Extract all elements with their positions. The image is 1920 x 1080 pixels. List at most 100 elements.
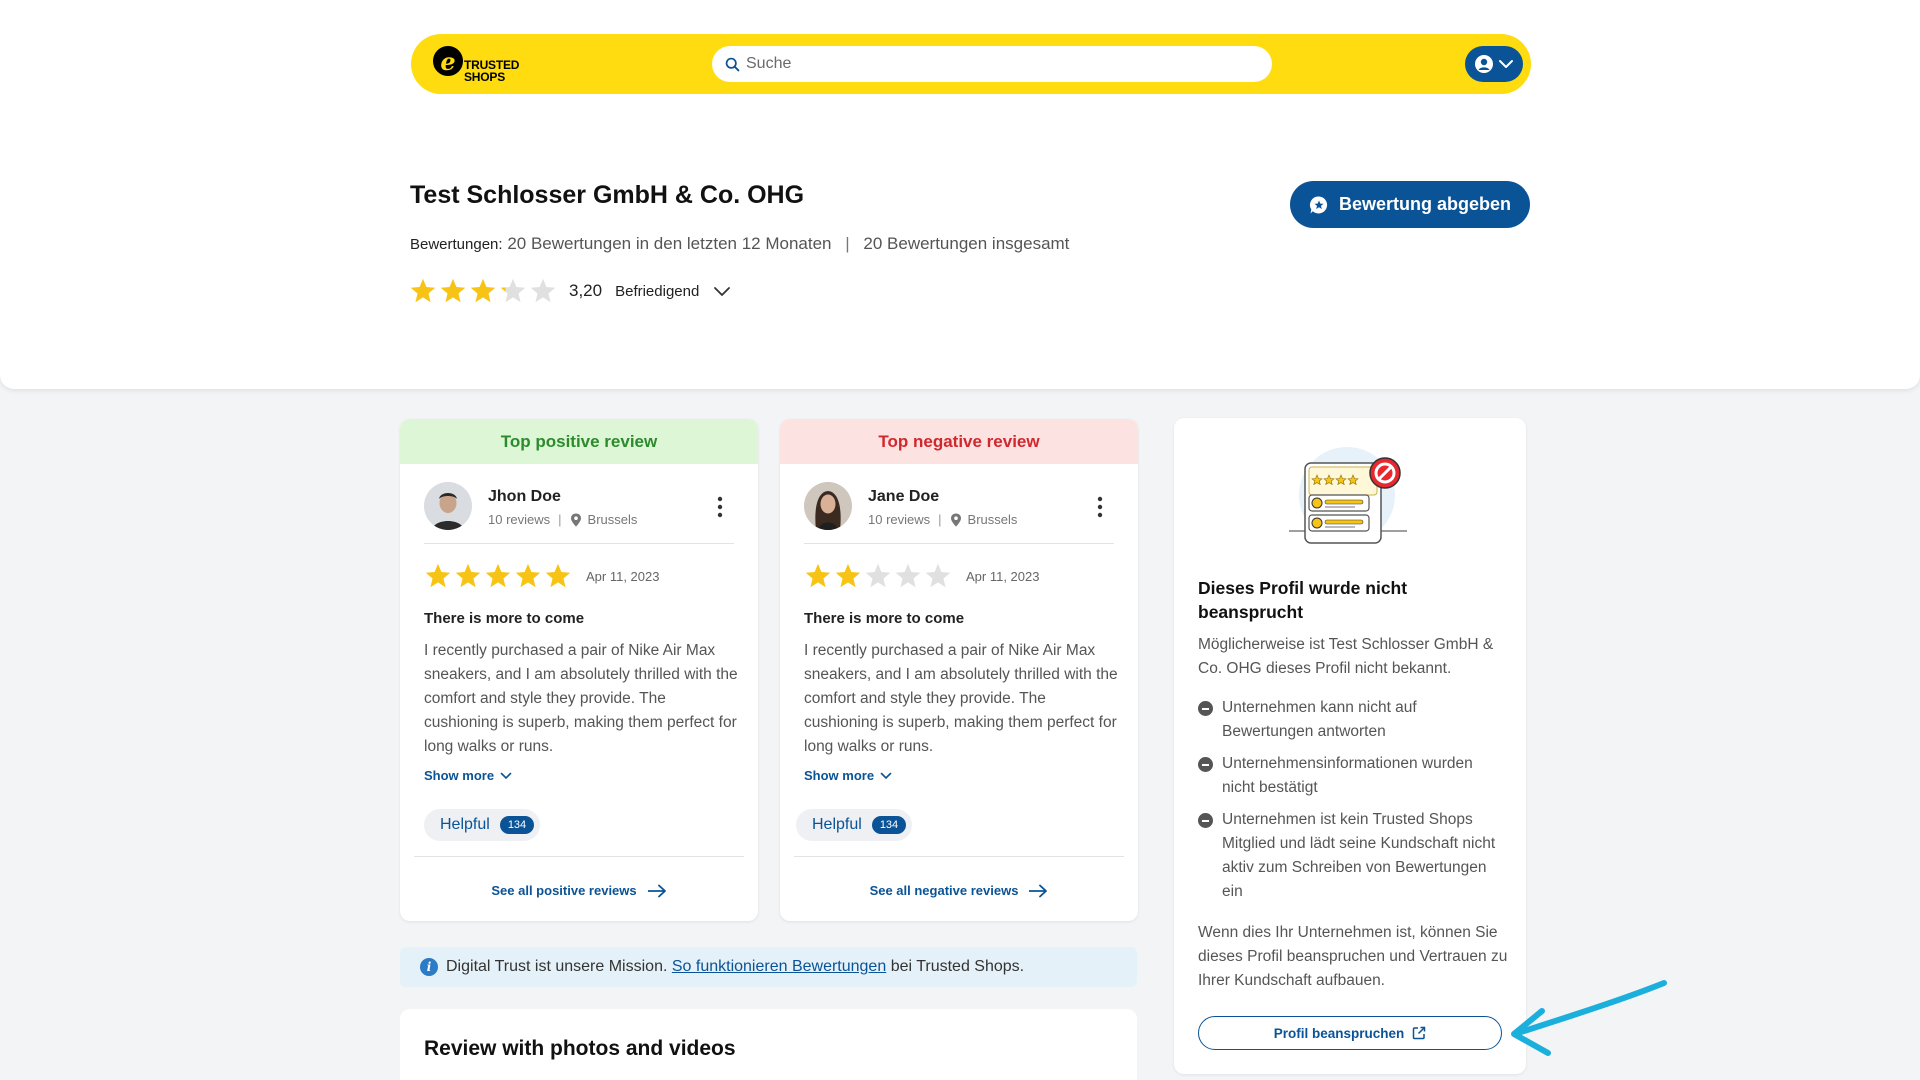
reviewer-meta: 10 reviews | Brussels	[868, 512, 1017, 527]
reviewer-review-count: 10 reviews	[488, 512, 551, 527]
avatar-photo	[424, 482, 472, 530]
helpful-button[interactable]: Helpful 134	[424, 809, 541, 841]
overall-stars	[409, 277, 557, 305]
trusted-shops-logo[interactable]: e TRUSTED SHOPS	[433, 46, 529, 86]
star-icon	[530, 278, 556, 303]
list-item: Unternehmen ist kein Trusted Shops Mitgl…	[1198, 808, 1508, 904]
reviewer-meta: 10 reviews | Brussels	[488, 512, 637, 527]
info-text-after: bei Trusted Shops.	[890, 958, 1025, 975]
see-all-positive-link[interactable]: See all positive reviews	[400, 883, 758, 898]
helpful-count: 134	[499, 816, 535, 834]
card-heading: Top negative review	[780, 419, 1138, 464]
star-icon	[455, 563, 481, 588]
location-pin-icon	[570, 513, 581, 526]
star-icon	[895, 563, 921, 588]
star-icon	[425, 563, 451, 588]
unclaimed-subtitle: Möglicherweise ist Test Schlosser GmbH &…	[1198, 636, 1494, 677]
unclaimed-profile-panel: Dieses Profil wurde nicht beansprucht Mö…	[1174, 418, 1526, 1074]
list-item-text: Unternehmen kann nicht auf Bewertungen a…	[1222, 699, 1417, 740]
star-icon	[835, 563, 861, 588]
review-title: There is more to come	[804, 610, 965, 627]
divider	[794, 856, 1124, 857]
chevron-down-icon	[500, 772, 512, 779]
arrow-right-icon	[1029, 884, 1048, 897]
unclaimed-limitations-list: Unternehmen kann nicht auf Bewertungen a…	[1198, 696, 1508, 912]
how-reviews-work-link[interactable]: So funktionieren Bewertungen	[672, 958, 886, 976]
user-menu-button[interactable]	[1465, 46, 1523, 82]
kebab-menu-icon[interactable]	[714, 492, 726, 522]
top-positive-review-card: Top positive review Jhon Doe 10 reviews …	[400, 419, 758, 921]
chevron-down-icon[interactable]	[713, 285, 731, 297]
reviewer-review-count: 10 reviews	[868, 512, 931, 527]
claim-profile-label: Profil beanspruchen	[1273, 1025, 1405, 1041]
card-heading: Top positive review	[400, 419, 758, 464]
divider	[414, 856, 744, 857]
minus-circle-icon	[1198, 701, 1213, 716]
see-all-label: See all negative reviews	[869, 883, 1019, 898]
info-strip: i Digital Trust ist unsere Mission. So f…	[400, 947, 1137, 987]
meta-separator: |	[938, 512, 942, 527]
chevron-down-icon	[880, 772, 892, 779]
avatar[interactable]	[424, 482, 472, 530]
review-date: Apr 11, 2023	[586, 568, 660, 584]
overall-rating[interactable]: 3,20 Befriedigend	[409, 276, 731, 306]
show-more-label: Show more	[804, 768, 875, 783]
company-name: Test Schlosser GmbH & Co. OHG	[410, 181, 805, 209]
helpful-button[interactable]: Helpful 134	[796, 809, 913, 841]
review-date: Apr 11, 2023	[966, 568, 1040, 584]
write-review-label: Bewertung abgeben	[1338, 194, 1512, 214]
reviewer: Jane Doe 10 reviews | Brussels	[804, 482, 1124, 532]
info-icon: i	[420, 958, 438, 976]
star-icon	[865, 563, 891, 588]
minus-circle-icon	[1198, 757, 1213, 772]
review-counts: Bewertungen: 20 Bewertungen in den letzt…	[410, 234, 1069, 254]
show-more-label: Show more	[424, 768, 495, 783]
show-more-link[interactable]: Show more	[424, 768, 512, 783]
external-link-icon	[1413, 1026, 1426, 1040]
star-icon	[410, 278, 436, 303]
location-pin-icon	[950, 513, 961, 526]
arrow-right-icon	[647, 884, 666, 897]
review-rating: Apr 11, 2023	[804, 562, 1039, 590]
reviewer-location: Brussels	[587, 512, 638, 527]
list-item-text: Unternehmensinformationen wurden nicht b…	[1222, 755, 1473, 796]
logo-wordmark: TRUSTED SHOPS	[464, 59, 519, 83]
chevron-down-icon	[1499, 60, 1513, 68]
helpful-label: Helpful	[812, 816, 862, 833]
site-header: e TRUSTED SHOPS	[411, 34, 1531, 94]
helpful-count: 134	[871, 816, 907, 834]
show-more-link[interactable]: Show more	[804, 768, 892, 783]
star-icon	[515, 563, 541, 588]
counts-separator: |	[845, 234, 850, 253]
logo-text-line2: SHOPS	[464, 70, 506, 84]
claim-profile-button[interactable]: Profil beanspruchen	[1198, 1016, 1502, 1050]
kebab-menu-icon[interactable]	[1094, 492, 1106, 522]
reviewer: Jhon Doe 10 reviews | Brussels	[424, 482, 744, 532]
review-stars	[424, 562, 572, 590]
see-all-label: See all positive reviews	[491, 883, 637, 898]
counts-total: 20 Bewertungen insgesamt	[863, 234, 1070, 253]
chat-bubble-icon	[1309, 195, 1328, 213]
minus-circle-icon	[1198, 813, 1213, 828]
search-input[interactable]	[746, 46, 1256, 82]
counts-label: Bewertungen:	[410, 236, 503, 253]
rating-value: 3,20	[569, 281, 603, 300]
reviewer-location: Brussels	[967, 512, 1018, 527]
rating-label: Befriedigend	[615, 282, 700, 300]
star-icon	[485, 563, 511, 588]
reviewer-name[interactable]: Jhon Doe	[488, 488, 561, 506]
star-icon	[545, 563, 571, 588]
counts-recent: 20 Bewertungen in den letzten 12 Monaten	[507, 234, 832, 253]
unclaimed-profile-illustration	[1289, 447, 1407, 544]
search-box[interactable]	[712, 46, 1272, 82]
see-all-negative-link[interactable]: See all negative reviews	[780, 883, 1138, 898]
review-stars	[804, 562, 952, 590]
info-text-before: Digital Trust ist unsere Mission.	[446, 958, 668, 975]
list-item-text: Unternehmen ist kein Trusted Shops Mitgl…	[1222, 811, 1496, 900]
photos-section-title: Review with photos and videos	[424, 1037, 736, 1060]
avatar[interactable]	[804, 482, 852, 530]
divider	[804, 543, 1114, 544]
reviewer-name[interactable]: Jane Doe	[868, 488, 939, 506]
annotation-arrow-icon	[1511, 980, 1667, 1056]
write-review-button[interactable]: Bewertung abgeben	[1290, 181, 1530, 228]
